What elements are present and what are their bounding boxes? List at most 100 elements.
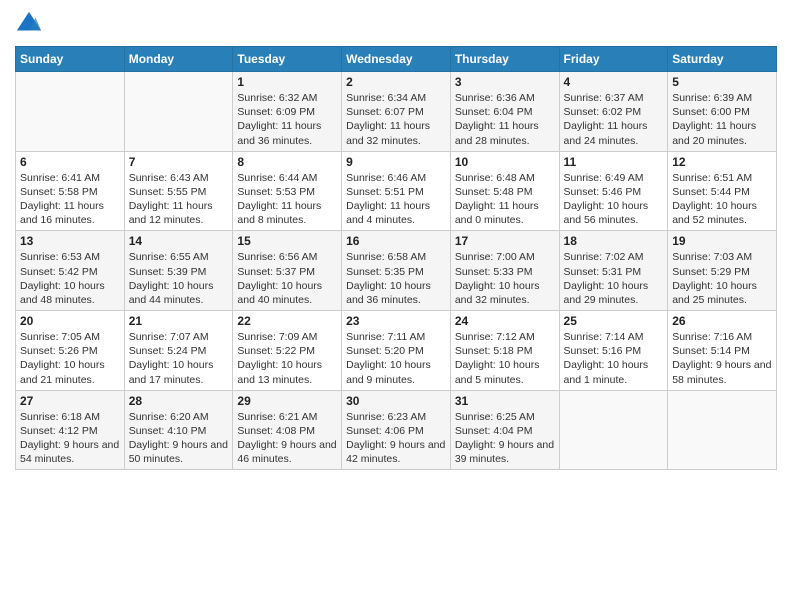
- day-number: 16: [346, 234, 446, 248]
- week-row-2: 6 Sunrise: 6:41 AM Sunset: 5:58 PM Daylig…: [16, 151, 777, 231]
- day-cell: [668, 390, 777, 470]
- day-info: Sunrise: 6:39 AM Sunset: 6:00 PM Dayligh…: [672, 91, 772, 148]
- day-info: Sunrise: 7:09 AM Sunset: 5:22 PM Dayligh…: [237, 330, 337, 387]
- day-number: 9: [346, 155, 446, 169]
- day-info: Sunrise: 6:36 AM Sunset: 6:04 PM Dayligh…: [455, 91, 555, 148]
- day-number: 10: [455, 155, 555, 169]
- day-number: 7: [129, 155, 229, 169]
- day-number: 18: [564, 234, 664, 248]
- day-cell: 5 Sunrise: 6:39 AM Sunset: 6:00 PM Daylig…: [668, 72, 777, 152]
- page: SundayMondayTuesdayWednesdayThursdayFrid…: [0, 0, 792, 612]
- day-cell: 18 Sunrise: 7:02 AM Sunset: 5:31 PM Dayli…: [559, 231, 668, 311]
- day-cell: 10 Sunrise: 6:48 AM Sunset: 5:48 PM Dayli…: [450, 151, 559, 231]
- weekday-header-monday: Monday: [124, 47, 233, 72]
- day-info: Sunrise: 6:46 AM Sunset: 5:51 PM Dayligh…: [346, 171, 446, 228]
- day-cell: 23Sunrise: 7:11 AM Sunset: 5:20 PM Dayli…: [342, 311, 451, 391]
- day-cell: 11Sunrise: 6:49 AM Sunset: 5:46 PM Dayli…: [559, 151, 668, 231]
- day-info: Sunrise: 7:14 AM Sunset: 5:16 PM Dayligh…: [564, 330, 664, 387]
- weekday-header-wednesday: Wednesday: [342, 47, 451, 72]
- day-number: 3: [455, 75, 555, 89]
- day-info: Sunrise: 7:05 AM Sunset: 5:26 PM Dayligh…: [20, 330, 120, 387]
- weekday-header-sunday: Sunday: [16, 47, 125, 72]
- day-info: Sunrise: 6:18 AM Sunset: 4:12 PM Dayligh…: [20, 410, 120, 467]
- day-info: Sunrise: 7:16 AM Sunset: 5:14 PM Dayligh…: [672, 330, 772, 387]
- day-number: 2: [346, 75, 446, 89]
- day-cell: 15 Sunrise: 6:56 AM Sunset: 5:37 PM Dayli…: [233, 231, 342, 311]
- day-cell: 9 Sunrise: 6:46 AM Sunset: 5:51 PM Daylig…: [342, 151, 451, 231]
- day-info: Sunrise: 6:48 AM Sunset: 5:48 PM Dayligh…: [455, 171, 555, 228]
- week-row-4: 20Sunrise: 7:05 AM Sunset: 5:26 PM Dayli…: [16, 311, 777, 391]
- day-number: 5: [672, 75, 772, 89]
- day-cell: 17 Sunrise: 7:00 AM Sunset: 5:33 PM Dayli…: [450, 231, 559, 311]
- day-cell: 13Sunrise: 6:53 AM Sunset: 5:42 PM Dayli…: [16, 231, 125, 311]
- day-info: Sunrise: 7:07 AM Sunset: 5:24 PM Dayligh…: [129, 330, 229, 387]
- day-info: Sunrise: 7:12 AM Sunset: 5:18 PM Dayligh…: [455, 330, 555, 387]
- day-info: Sunrise: 6:20 AM Sunset: 4:10 PM Dayligh…: [129, 410, 229, 467]
- logo: [15, 10, 47, 38]
- day-number: 8: [237, 155, 337, 169]
- day-number: 17: [455, 234, 555, 248]
- day-cell: 21 Sunrise: 7:07 AM Sunset: 5:24 PM Dayli…: [124, 311, 233, 391]
- day-number: 31: [455, 394, 555, 408]
- day-number: 12: [672, 155, 772, 169]
- day-info: Sunrise: 6:56 AM Sunset: 5:37 PM Dayligh…: [237, 250, 337, 307]
- week-row-5: 27 Sunrise: 6:18 AM Sunset: 4:12 PM Dayli…: [16, 390, 777, 470]
- day-info: Sunrise: 6:21 AM Sunset: 4:08 PM Dayligh…: [237, 410, 337, 467]
- day-info: Sunrise: 6:58 AM Sunset: 5:35 PM Dayligh…: [346, 250, 446, 307]
- day-info: Sunrise: 7:02 AM Sunset: 5:31 PM Dayligh…: [564, 250, 664, 307]
- day-info: Sunrise: 6:44 AM Sunset: 5:53 PM Dayligh…: [237, 171, 337, 228]
- day-info: Sunrise: 7:03 AM Sunset: 5:29 PM Dayligh…: [672, 250, 772, 307]
- header: [15, 10, 777, 38]
- day-cell: 27 Sunrise: 6:18 AM Sunset: 4:12 PM Dayli…: [16, 390, 125, 470]
- day-cell: [16, 72, 125, 152]
- day-number: 25: [564, 314, 664, 328]
- day-number: 1: [237, 75, 337, 89]
- weekday-header-saturday: Saturday: [668, 47, 777, 72]
- day-info: Sunrise: 7:11 AM Sunset: 5:20 PM Dayligh…: [346, 330, 446, 387]
- day-number: 6: [20, 155, 120, 169]
- day-info: Sunrise: 6:32 AM Sunset: 6:09 PM Dayligh…: [237, 91, 337, 148]
- day-cell: 12 Sunrise: 6:51 AM Sunset: 5:44 PM Dayli…: [668, 151, 777, 231]
- day-number: 30: [346, 394, 446, 408]
- day-cell: [559, 390, 668, 470]
- day-cell: 31 Sunrise: 6:25 AM Sunset: 4:04 PM Dayli…: [450, 390, 559, 470]
- day-number: 4: [564, 75, 664, 89]
- day-number: 21: [129, 314, 229, 328]
- day-cell: 22 Sunrise: 7:09 AM Sunset: 5:22 PM Dayli…: [233, 311, 342, 391]
- day-cell: 16 Sunrise: 6:58 AM Sunset: 5:35 PM Dayli…: [342, 231, 451, 311]
- day-number: 24: [455, 314, 555, 328]
- day-info: Sunrise: 7:00 AM Sunset: 5:33 PM Dayligh…: [455, 250, 555, 307]
- day-info: Sunrise: 6:53 AM Sunset: 5:42 PM Dayligh…: [20, 250, 120, 307]
- day-cell: 25 Sunrise: 7:14 AM Sunset: 5:16 PM Dayli…: [559, 311, 668, 391]
- day-info: Sunrise: 6:51 AM Sunset: 5:44 PM Dayligh…: [672, 171, 772, 228]
- day-cell: 19Sunrise: 7:03 AM Sunset: 5:29 PM Dayli…: [668, 231, 777, 311]
- day-number: 28: [129, 394, 229, 408]
- day-cell: 26Sunrise: 7:16 AM Sunset: 5:14 PM Dayli…: [668, 311, 777, 391]
- day-cell: 28 Sunrise: 6:20 AM Sunset: 4:10 PM Dayli…: [124, 390, 233, 470]
- weekday-header-thursday: Thursday: [450, 47, 559, 72]
- day-cell: 1 Sunrise: 6:32 AM Sunset: 6:09 PM Daylig…: [233, 72, 342, 152]
- day-cell: 14Sunrise: 6:55 AM Sunset: 5:39 PM Dayli…: [124, 231, 233, 311]
- day-info: Sunrise: 6:49 AM Sunset: 5:46 PM Dayligh…: [564, 171, 664, 228]
- day-cell: 2Sunrise: 6:34 AM Sunset: 6:07 PM Daylig…: [342, 72, 451, 152]
- day-info: Sunrise: 6:37 AM Sunset: 6:02 PM Dayligh…: [564, 91, 664, 148]
- day-info: Sunrise: 6:25 AM Sunset: 4:04 PM Dayligh…: [455, 410, 555, 467]
- weekday-header-friday: Friday: [559, 47, 668, 72]
- day-number: 15: [237, 234, 337, 248]
- day-number: 22: [237, 314, 337, 328]
- day-info: Sunrise: 6:23 AM Sunset: 4:06 PM Dayligh…: [346, 410, 446, 467]
- day-cell: 30 Sunrise: 6:23 AM Sunset: 4:06 PM Dayli…: [342, 390, 451, 470]
- day-cell: 8 Sunrise: 6:44 AM Sunset: 5:53 PM Daylig…: [233, 151, 342, 231]
- day-cell: 20Sunrise: 7:05 AM Sunset: 5:26 PM Dayli…: [16, 311, 125, 391]
- day-number: 27: [20, 394, 120, 408]
- day-cell: 4 Sunrise: 6:37 AM Sunset: 6:02 PM Daylig…: [559, 72, 668, 152]
- week-row-1: 1 Sunrise: 6:32 AM Sunset: 6:09 PM Daylig…: [16, 72, 777, 152]
- day-cell: 6 Sunrise: 6:41 AM Sunset: 5:58 PM Daylig…: [16, 151, 125, 231]
- day-number: 14: [129, 234, 229, 248]
- logo-icon: [15, 10, 43, 38]
- weekday-header-tuesday: Tuesday: [233, 47, 342, 72]
- week-row-3: 13Sunrise: 6:53 AM Sunset: 5:42 PM Dayli…: [16, 231, 777, 311]
- calendar-table: SundayMondayTuesdayWednesdayThursdayFrid…: [15, 46, 777, 470]
- day-cell: 29Sunrise: 6:21 AM Sunset: 4:08 PM Dayli…: [233, 390, 342, 470]
- day-info: Sunrise: 6:41 AM Sunset: 5:58 PM Dayligh…: [20, 171, 120, 228]
